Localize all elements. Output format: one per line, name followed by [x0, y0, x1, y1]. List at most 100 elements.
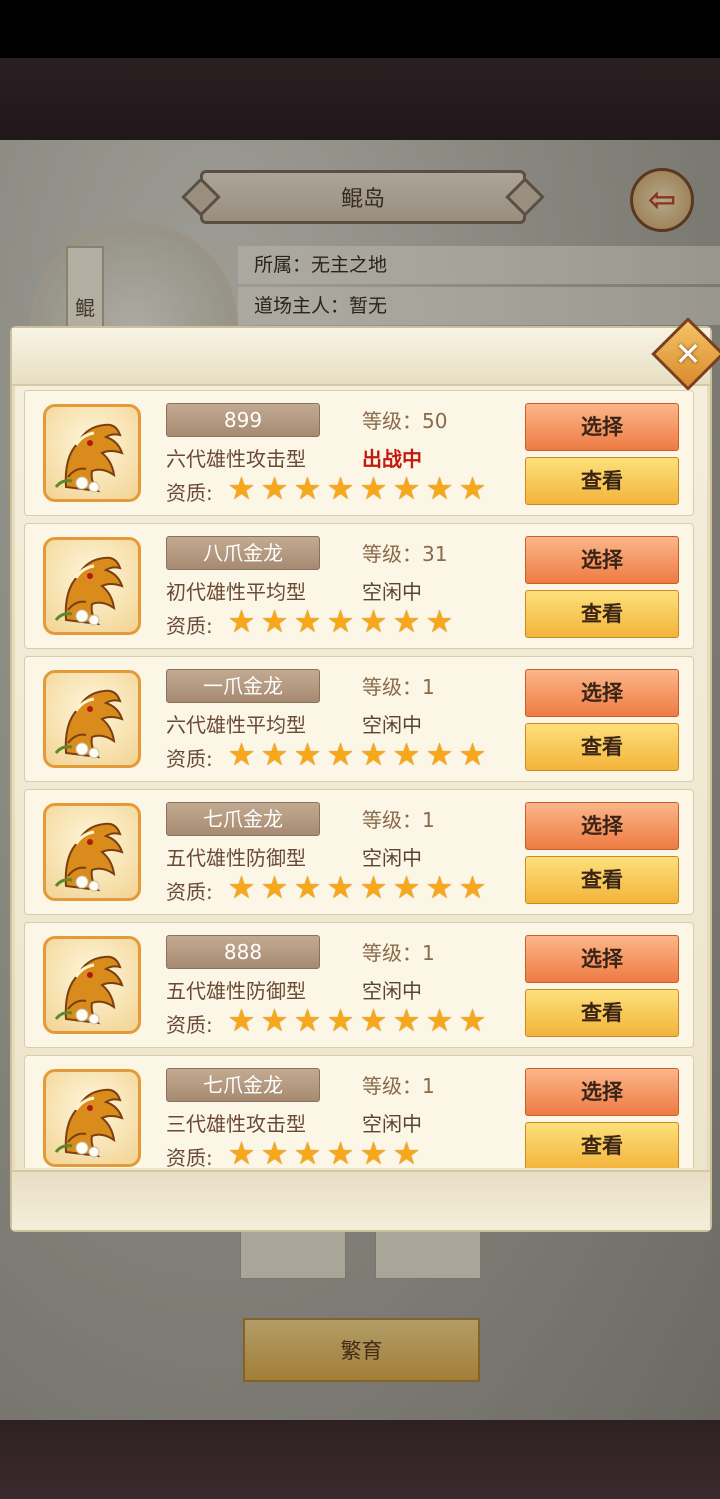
star-icon: ★ [293, 737, 322, 773]
view-button[interactable]: 查看 [525, 856, 679, 904]
star-icon: ★ [293, 870, 322, 906]
star-icon: ★ [260, 1003, 289, 1039]
golden-dragon-icon [43, 670, 141, 768]
star-icon: ★ [227, 604, 256, 640]
quality-stars: ★ ★ ★ ★ ★ ★ ★ ★ [225, 1005, 489, 1037]
quality-stars: ★ ★ ★ ★ ★ ★ ★ [225, 606, 456, 638]
scroll-top-roller [12, 328, 710, 386]
star-icon: ★ [326, 1003, 355, 1039]
select-button[interactable]: 选择 [525, 403, 679, 451]
golden-dragon-icon [43, 537, 141, 635]
dragon-card: 一爪金龙 等级：1 六代雄性平均型 空闲中 资质: ★ ★ ★ ★ ★ ★ ★ ★ 选择 查看 [24, 656, 694, 782]
quality-label: 资质: [166, 614, 213, 638]
star-icon: ★ [260, 1136, 289, 1168]
star-icon: ★ [227, 737, 256, 773]
star-icon: ★ [392, 471, 421, 507]
star-icon: ★ [425, 1003, 454, 1039]
dragon-list[interactable]: 899 等级：50 六代雄性攻击型 出战中 资质: ★ ★ ★ ★ ★ ★ ★ ★ 选择 查看… [24, 390, 696, 1168]
scroll-bottom-roller [12, 1170, 710, 1230]
close-icon[interactable]: ✕ [662, 328, 714, 380]
golden-dragon-icon [43, 936, 141, 1034]
star-icon: ★ [227, 870, 256, 906]
dragon-name: 888 [166, 935, 320, 969]
quality-stars: ★ ★ ★ ★ ★ ★ ★ ★ [225, 739, 489, 771]
star-icon: ★ [326, 604, 355, 640]
dragon-level: 等级：1 [362, 941, 435, 965]
dragon-level: 等级：31 [362, 542, 448, 566]
star-icon: ★ [260, 737, 289, 773]
golden-dragon-icon [43, 803, 141, 901]
star-icon: ★ [293, 604, 322, 640]
dragon-card: 七爪金龙 等级：1 三代雄性攻击型 空闲中 资质: ★ ★ ★ ★ ★ ★ 选择 查看 [24, 1055, 694, 1168]
view-button[interactable]: 查看 [525, 723, 679, 771]
dragon-status: 空闲中 [362, 713, 422, 737]
view-button[interactable]: 查看 [525, 457, 679, 505]
star-icon: ★ [359, 1003, 388, 1039]
dragon-level: 等级：1 [362, 808, 435, 832]
quality-stars: ★ ★ ★ ★ ★ ★ [225, 1138, 423, 1168]
select-button[interactable]: 选择 [525, 1068, 679, 1116]
star-icon: ★ [293, 1003, 322, 1039]
dragon-name: 八爪金龙 [166, 536, 320, 570]
dragon-name: 899 [166, 403, 320, 437]
view-button[interactable]: 查看 [525, 590, 679, 638]
quality-label: 资质: [166, 481, 213, 505]
star-icon: ★ [227, 471, 256, 507]
star-icon: ★ [227, 1003, 256, 1039]
star-icon: ★ [326, 737, 355, 773]
quality-stars: ★ ★ ★ ★ ★ ★ ★ ★ [225, 473, 489, 505]
select-button[interactable]: 选择 [525, 802, 679, 850]
dragon-status: 空闲中 [362, 846, 422, 870]
star-icon: ★ [359, 1136, 388, 1168]
star-icon: ★ [458, 737, 487, 773]
dragon-status: 出战中 [362, 447, 422, 471]
star-icon: ★ [392, 604, 421, 640]
dragon-card: 八爪金龙 等级：31 初代雄性平均型 空闲中 资质: ★ ★ ★ ★ ★ ★ ★ 选择 查看 [24, 523, 694, 649]
star-icon: ★ [359, 737, 388, 773]
star-icon: ★ [326, 1136, 355, 1168]
dragon-name: 一爪金龙 [166, 669, 320, 703]
dragon-name: 七爪金龙 [166, 1068, 320, 1102]
view-button[interactable]: 查看 [525, 1122, 679, 1168]
dragon-type: 六代雄性攻击型 [166, 447, 306, 471]
dragon-type: 初代雄性平均型 [166, 580, 306, 604]
select-button[interactable]: 选择 [525, 536, 679, 584]
star-icon: ★ [425, 471, 454, 507]
select-button[interactable]: 选择 [525, 669, 679, 717]
star-icon: ★ [425, 870, 454, 906]
view-button[interactable]: 查看 [525, 989, 679, 1037]
star-icon: ★ [425, 737, 454, 773]
star-icon: ★ [392, 737, 421, 773]
quality-label: 资质: [166, 747, 213, 771]
star-icon: ★ [359, 604, 388, 640]
quality-label: 资质: [166, 880, 213, 904]
star-icon: ★ [392, 1003, 421, 1039]
dragon-status: 空闲中 [362, 1112, 422, 1136]
dragon-status: 空闲中 [362, 580, 422, 604]
star-icon: ★ [293, 471, 322, 507]
star-icon: ★ [458, 870, 487, 906]
star-icon: ★ [458, 1003, 487, 1039]
dragon-card: 899 等级：50 六代雄性攻击型 出战中 资质: ★ ★ ★ ★ ★ ★ ★ ★ 选择 查看 [24, 390, 694, 516]
select-button[interactable]: 选择 [525, 935, 679, 983]
dragon-name: 七爪金龙 [166, 802, 320, 836]
quality-stars: ★ ★ ★ ★ ★ ★ ★ ★ [225, 872, 489, 904]
star-icon: ★ [293, 1136, 322, 1168]
star-icon: ★ [359, 471, 388, 507]
star-icon: ★ [260, 604, 289, 640]
dragon-card: 七爪金龙 等级：1 五代雄性防御型 空闲中 资质: ★ ★ ★ ★ ★ ★ ★ ★ 选择 查看 [24, 789, 694, 915]
dragon-type: 六代雄性平均型 [166, 713, 306, 737]
star-icon: ★ [326, 471, 355, 507]
dragon-status: 空闲中 [362, 979, 422, 1003]
golden-dragon-icon [43, 1069, 141, 1167]
star-icon: ★ [458, 471, 487, 507]
star-icon: ★ [392, 1136, 421, 1168]
dragon-card: 888 等级：1 五代雄性防御型 空闲中 资质: ★ ★ ★ ★ ★ ★ ★ ★ 选择 查看 [24, 922, 694, 1048]
star-icon: ★ [326, 870, 355, 906]
star-icon: ★ [359, 870, 388, 906]
dragon-type: 五代雄性防御型 [166, 846, 306, 870]
golden-dragon-icon [43, 404, 141, 502]
bottom-frame [0, 1420, 720, 1499]
dragon-level: 等级：1 [362, 675, 435, 699]
star-icon: ★ [260, 870, 289, 906]
